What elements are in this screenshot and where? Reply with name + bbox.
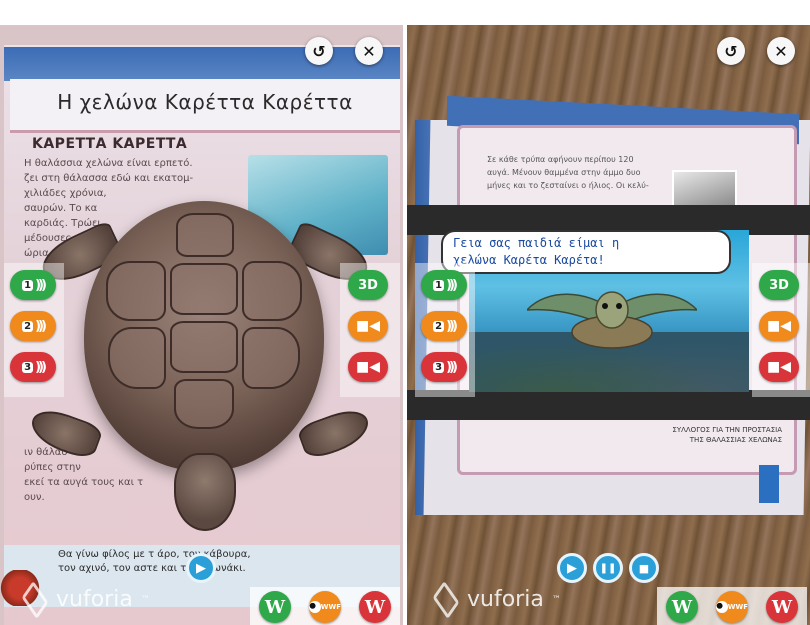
wwf-label: WWF: [320, 602, 341, 611]
shell-scute: [106, 261, 166, 321]
text-line: τον αχινό, τον αστε και το χελωνάκι.: [58, 563, 246, 574]
speech-line: Γεια σας παιδιά είμαι η: [453, 236, 620, 250]
vuforia-label: vuforia: [56, 587, 133, 612]
speaker-icon: ))): [35, 359, 47, 375]
video-camera-icon: ■◀: [356, 318, 380, 334]
close-icon: ✕: [362, 41, 376, 61]
video-camera-icon: ■◀: [767, 359, 791, 375]
wikipedia-red-button[interactable]: W: [359, 591, 391, 623]
link-strip: W WWF W: [250, 587, 400, 625]
shell-scute: [176, 213, 234, 257]
text-line: Σε κάθε τρύπα αφήνουν περίπου 120: [487, 155, 634, 164]
ar-screen-left: Η χελώνα Καρέττα Καρέττα ΚΑΡΕΤΤΑ ΚΑΡΕΤΤΑ…: [0, 25, 403, 625]
vuforia-label: vuforia: [467, 587, 544, 612]
audio-button-3[interactable]: 3))): [10, 352, 56, 382]
speaker-icon: ))): [446, 277, 458, 293]
swimming-turtle-image: [527, 291, 697, 349]
play-icon: ▶: [567, 560, 577, 576]
book-text: Σε κάθε τρύπα αφήνουν περίπου 120 αυγά. …: [487, 153, 667, 192]
play-button[interactable]: ▶: [186, 553, 216, 583]
ar-screen-right: Σε κάθε τρύπα αφήνουν περίπου 120 αυγά. …: [407, 25, 810, 625]
audio-number: 2: [22, 320, 34, 332]
top-margin: [0, 0, 403, 25]
reset-button[interactable]: ↺: [717, 37, 745, 65]
wwf-button[interactable]: WWF: [716, 591, 748, 623]
link-strip: W WWF W: [657, 587, 807, 625]
speaker-icon: ))): [35, 277, 47, 293]
shell-scute: [242, 261, 302, 321]
caption-line: ΣΥΛΛΟΓΟΣ ΓΙΑ ΤΗΝ ΠΡΟΣΤΑΣΙΑ: [672, 426, 782, 434]
turtle-shell: [84, 201, 324, 471]
vuforia-watermark: vuforia ™: [432, 580, 561, 619]
trademark: ™: [140, 594, 150, 605]
blue-tab: [759, 465, 779, 503]
reset-icon: ↺: [312, 41, 326, 61]
title-box: Η χελώνα Καρέττα Καρέττα: [10, 79, 400, 133]
video-camera-icon: ■◀: [356, 359, 380, 375]
panda-icon: [309, 600, 321, 613]
reset-button[interactable]: ↺: [305, 37, 333, 65]
pause-button[interactable]: ❚❚: [593, 553, 623, 583]
bottom-text: Θα γίνω φίλος με τ άρο, τον κάβουρα, τον…: [58, 548, 251, 576]
text-line: ζει στη θάλασσα εδώ και εκατομ-: [24, 173, 194, 184]
reset-icon: ↺: [724, 41, 738, 61]
turtle-head: [174, 453, 236, 531]
video-button-2[interactable]: ■◀: [759, 352, 799, 382]
wikipedia-red-button[interactable]: W: [766, 591, 798, 623]
page-header-band: [4, 47, 400, 81]
3d-button[interactable]: 3D: [759, 270, 799, 300]
audio-button-2[interactable]: 2))): [10, 311, 56, 341]
stop-icon: ■: [638, 561, 650, 575]
audio-number: 1: [433, 279, 445, 291]
page-title: Η χελώνα Καρέττα Καρέττα: [57, 90, 353, 114]
wwf-label: WWF: [727, 602, 748, 611]
audio-button-2[interactable]: 2))): [421, 311, 467, 341]
caption-line: ΤΗΣ ΘΑΛΑΣΣΙΑΣ ΧΕΛΩΝΑΣ: [689, 436, 782, 444]
pause-icon: ❚❚: [599, 562, 617, 574]
trademark: ™: [551, 594, 561, 605]
wwf-button[interactable]: WWF: [309, 591, 341, 623]
audio-button-1[interactable]: 1))): [10, 270, 56, 300]
speaker-icon: ))): [35, 318, 47, 334]
section-heading: ΚΑΡΕΤΤΑ ΚΑΡΕΤΤΑ: [32, 136, 188, 152]
shell-scute: [174, 379, 234, 429]
speaker-icon: ))): [446, 359, 458, 375]
video-button-1[interactable]: ■◀: [759, 311, 799, 341]
speech-line: χελώνα Καρέτα Καρέτα!: [453, 253, 605, 267]
3d-button[interactable]: 3D: [348, 270, 388, 300]
vuforia-watermark: vuforia ™: [21, 580, 150, 619]
wikipedia-green-button[interactable]: W: [259, 591, 291, 623]
turtle-3d-model[interactable]: [25, 195, 375, 535]
shell-scute: [170, 263, 238, 315]
text-line: μήνες και το ζεσταίνει ο ήλιος. Οι κελύ-: [487, 181, 649, 190]
shell-scute: [242, 327, 300, 389]
close-button[interactable]: ✕: [355, 37, 383, 65]
close-icon: ✕: [774, 41, 788, 61]
stop-button[interactable]: ■: [629, 553, 659, 583]
close-button[interactable]: ✕: [767, 37, 795, 65]
audio-button-1[interactable]: 1))): [421, 270, 467, 300]
text-line: Θα γίνω φίλος με τ άρο, τον κάβουρα,: [58, 549, 251, 560]
audio-number: 3: [22, 361, 34, 373]
wikipedia-green-button[interactable]: W: [666, 591, 698, 623]
shell-scute: [170, 321, 238, 373]
book-caption: ΣΥΛΛΟΓΟΣ ΓΙΑ ΤΗΝ ΠΡΟΣΤΑΣΙΑ ΤΗΣ ΘΑΛΑΣΣΙΑΣ…: [612, 425, 782, 445]
speaker-icon: ))): [446, 318, 458, 334]
audio-number: 3: [433, 361, 445, 373]
panda-icon: [716, 600, 728, 613]
shell-scute: [108, 327, 166, 389]
play-button[interactable]: ▶: [557, 553, 587, 583]
video-camera-icon: ■◀: [767, 318, 791, 334]
audio-number: 2: [433, 320, 445, 332]
text-line: αυγά. Μένουν θαμμένα στην άμμο δυο: [487, 168, 641, 177]
video-button-1[interactable]: ■◀: [348, 311, 388, 341]
play-icon: ▶: [196, 560, 206, 576]
video-button-2[interactable]: ■◀: [348, 352, 388, 382]
audio-button-3[interactable]: 3))): [421, 352, 467, 382]
audio-number: 1: [22, 279, 34, 291]
text-line: Η θαλάσσια χελώνα είναι ερπετό.: [24, 158, 193, 169]
speech-bubble: Γεια σας παιδιά είμαι η χελώνα Καρέτα Κα…: [441, 230, 731, 274]
